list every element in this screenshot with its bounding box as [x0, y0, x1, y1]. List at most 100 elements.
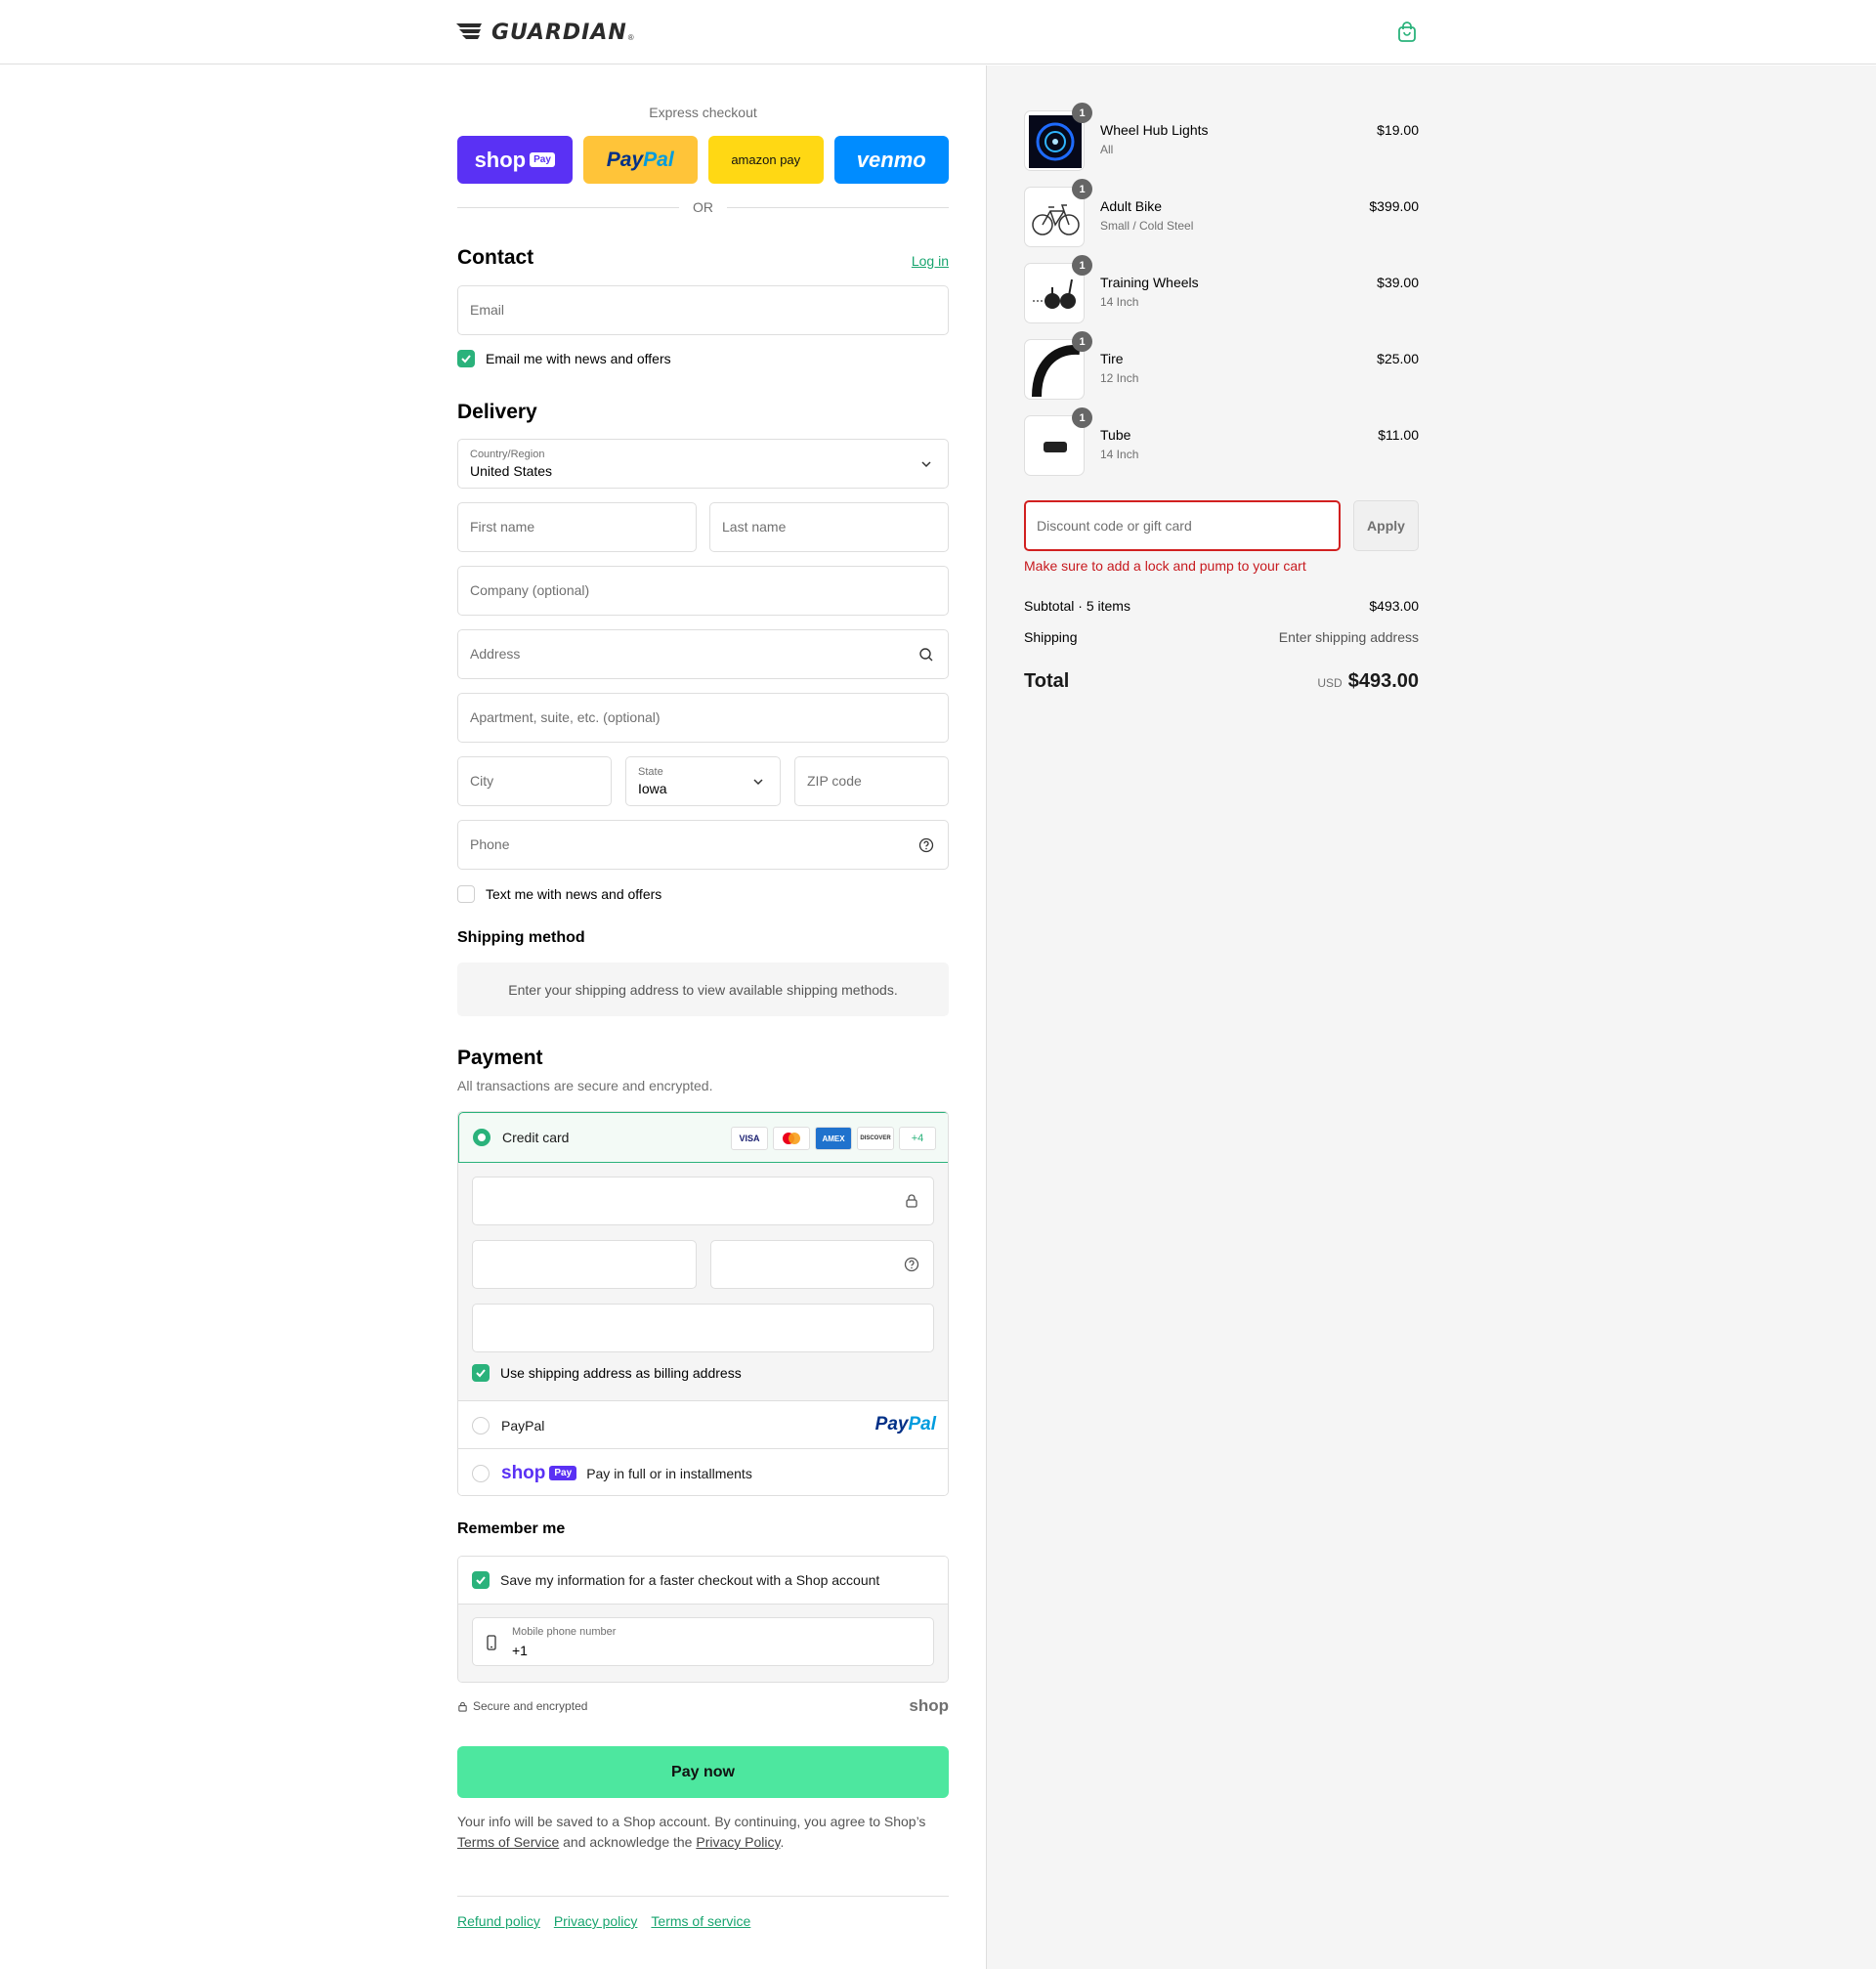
footer-divider: [457, 1896, 949, 1897]
total-amount: USD $493.00: [1317, 670, 1419, 693]
shopping-bag-icon[interactable]: [1396, 21, 1418, 43]
name-on-card-field[interactable]: [472, 1304, 934, 1352]
save-info-checkbox[interactable]: [472, 1571, 490, 1589]
apply-discount-button[interactable]: Apply: [1353, 500, 1419, 551]
email-field[interactable]: Email: [457, 285, 949, 335]
country-label: Country/Region: [470, 449, 545, 460]
bike-image: [1032, 204, 1080, 235]
text-news-checkbox-row[interactable]: Text me with news and offers: [457, 885, 661, 903]
paypal-button[interactable]: Pay Pal: [582, 136, 698, 184]
expiration-field[interactable]: [472, 1240, 697, 1289]
wing-icon: [456, 23, 482, 39]
shop-logo: shop: [909, 1696, 949, 1715]
help-icon[interactable]: [904, 1257, 919, 1272]
login-link[interactable]: Log in: [912, 253, 949, 269]
amazon-pay-button[interactable]: amazon pay: [708, 136, 824, 184]
subtotal-value: $493.00: [1369, 598, 1419, 614]
email-news-checkbox[interactable]: [457, 350, 475, 367]
venmo-button[interactable]: venmo: [833, 136, 949, 184]
pay-now-label: Pay now: [671, 1763, 735, 1780]
discount-code-input[interactable]: Discount code or gift card: [1024, 500, 1341, 551]
shop-pay-radio[interactable]: [472, 1464, 490, 1482]
contact-title: Contact: [457, 246, 534, 269]
last-name-field[interactable]: Last name: [709, 502, 949, 552]
text-news-checkbox[interactable]: [457, 885, 475, 903]
remember-me-title: Remember me: [457, 1520, 566, 1537]
email-news-checkbox-row[interactable]: Email me with news and offers: [457, 350, 671, 367]
save-info-checkbox-row[interactable]: Save my information for a faster checkou…: [458, 1557, 948, 1605]
security-code-field[interactable]: [710, 1240, 934, 1289]
pay-now-button[interactable]: Pay now: [457, 1746, 949, 1798]
state-label: State: [638, 766, 663, 778]
subtotal-label: Subtotal · 5 items: [1024, 598, 1130, 614]
express-checkout-title: Express checkout: [649, 105, 757, 120]
search-icon[interactable]: [918, 647, 934, 663]
divider-line: [727, 206, 949, 208]
last-name-placeholder: Last name: [722, 519, 787, 535]
mobile-phone-label: Mobile phone number: [512, 1626, 617, 1638]
legal-text: Your info will be saved to a Shop accoun…: [457, 1812, 949, 1853]
first-name-field[interactable]: First name: [457, 502, 697, 552]
card-number-field[interactable]: [472, 1177, 934, 1225]
more-brands-badge: +4: [899, 1127, 936, 1150]
paypal-logo: PayPal: [875, 1414, 936, 1435]
or-text: OR: [693, 199, 713, 215]
item-price: $39.00: [1377, 275, 1419, 290]
chevron-down-icon: [921, 461, 931, 468]
total-value: $493.00: [1347, 670, 1419, 692]
address-field[interactable]: Address: [457, 629, 949, 679]
shop-pay-button[interactable]: shop Pay: [457, 136, 573, 184]
brand-logo[interactable]: GUARDIAN ®: [456, 19, 634, 46]
company-field[interactable]: Company (optional): [457, 566, 949, 616]
billing-checkbox-row[interactable]: Use shipping address as billing address: [472, 1364, 742, 1382]
refund-policy-link[interactable]: Refund policy: [457, 1913, 540, 1929]
legal-text-1: Your info will be saved to a Shop accoun…: [457, 1814, 926, 1829]
zip-field[interactable]: ZIP code: [794, 756, 949, 806]
shipping-value: Enter shipping address: [1278, 629, 1419, 645]
payment-title: Payment: [457, 1047, 543, 1069]
paypal-option[interactable]: PayPal PayPal: [458, 1400, 948, 1449]
shipping-method-info: Enter your shipping address to view avai…: [457, 963, 949, 1016]
currency-code: USD: [1317, 676, 1343, 690]
tire-image: [1032, 344, 1081, 397]
zip-placeholder: ZIP code: [807, 773, 862, 789]
country-select[interactable]: Country/Region United States: [457, 439, 949, 489]
cart-item: 1 Wheel Hub Lights All $19.00: [1024, 103, 1419, 171]
phone-field[interactable]: Phone: [457, 820, 949, 870]
help-icon[interactable]: [918, 837, 934, 853]
item-price: $25.00: [1377, 351, 1419, 366]
quantity-badge: 1: [1072, 331, 1092, 352]
total-row: Total USD $493.00: [1024, 670, 1419, 693]
shop-pay-option[interactable]: shop Pay Pay in full or in installments: [458, 1448, 948, 1495]
shop-pay-chip: Pay: [530, 152, 555, 167]
state-select[interactable]: State Iowa: [625, 756, 781, 806]
item-variant: Small / Cold Steel: [1100, 219, 1194, 233]
privacy-policy-link[interactable]: Privacy Policy: [696, 1834, 780, 1850]
credit-card-option[interactable]: Credit card VISA AMEX DISCOVER +4: [458, 1112, 948, 1163]
or-divider: OR: [457, 199, 949, 215]
privacy-policy-footer-link[interactable]: Privacy policy: [554, 1913, 638, 1929]
item-name: Training Wheels: [1100, 275, 1199, 290]
paypal-logo-b: Pal: [908, 1414, 936, 1434]
item-variant: 14 Inch: [1100, 448, 1139, 461]
mobile-phone-field[interactable]: Mobile phone number +1: [472, 1617, 934, 1666]
city-field[interactable]: City: [457, 756, 612, 806]
cart-item: 1 Tube 14 Inch $11.00: [1024, 407, 1419, 476]
save-info-label: Save my information for a faster checkou…: [500, 1572, 880, 1588]
amex-icon: AMEX: [815, 1127, 852, 1150]
terms-of-service-footer-link[interactable]: Terms of service: [651, 1913, 750, 1929]
paypal-radio[interactable]: [472, 1416, 490, 1434]
cart-item: 1 Training Wheels 14 Inch $39.00: [1024, 255, 1419, 323]
secure-row: Secure and encrypted shop: [457, 1696, 949, 1716]
terms-of-service-link[interactable]: Terms of Service: [457, 1834, 559, 1850]
brand-reg: ®: [627, 33, 634, 42]
email-news-label: Email me with news and offers: [486, 351, 671, 366]
product-thumbnail: 1: [1024, 103, 1092, 171]
credit-card-radio[interactable]: [473, 1129, 490, 1146]
subtotal-row: Subtotal · 5 items $493.00: [1024, 598, 1419, 614]
credit-card-label: Credit card: [502, 1130, 570, 1145]
apartment-field[interactable]: Apartment, suite, etc. (optional): [457, 693, 949, 743]
billing-checkbox[interactable]: [472, 1364, 490, 1382]
item-name: Adult Bike: [1100, 198, 1163, 214]
lock-icon: [458, 1701, 467, 1712]
